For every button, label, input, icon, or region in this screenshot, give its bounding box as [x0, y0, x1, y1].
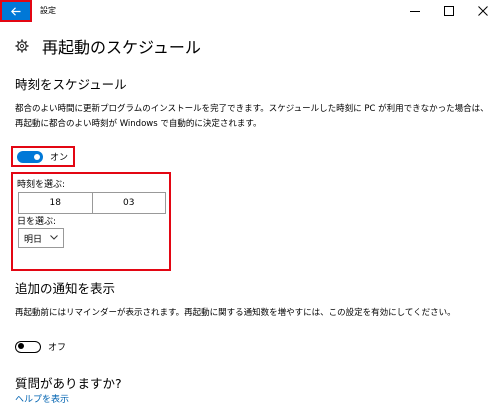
time-picker-label: 時刻を選ぶ:	[17, 180, 66, 190]
notifications-toggle[interactable]: オフ	[15, 340, 66, 353]
toggle-switch-on[interactable]	[17, 150, 43, 163]
minimize-icon	[410, 11, 420, 12]
notifications-section-title: 追加の通知を表示	[15, 281, 116, 296]
help-section-title: 質問がありますか?	[15, 376, 122, 391]
settings-content: 再起動のスケジュール 時刻をスケジュール 都合のよい時間に更新プログラムのインス…	[0, 22, 500, 405]
schedule-description: 都合のよい時間に更新プログラムのインストールを完了できます。スケジュールした時刻…	[15, 104, 489, 129]
close-icon	[478, 6, 488, 16]
chevron-down-icon	[50, 235, 58, 240]
back-arrow-icon	[11, 6, 21, 16]
day-picker-label: 日を選ぶ:	[17, 217, 57, 227]
app-title: 設定	[40, 6, 56, 15]
title-bar: 設定	[0, 0, 500, 22]
time-picker[interactable]: 18 03	[18, 192, 166, 214]
minimize-button[interactable]	[398, 0, 432, 22]
close-button[interactable]	[466, 0, 500, 22]
hour-field[interactable]: 18	[19, 193, 92, 213]
schedule-section-title: 時刻をスケジュール	[15, 77, 127, 92]
window-controls	[398, 0, 500, 22]
help-link[interactable]: ヘルプを表示	[15, 392, 69, 405]
gear-icon	[15, 39, 29, 53]
toggle-knob	[18, 343, 24, 349]
maximize-button[interactable]	[432, 0, 466, 22]
toggle-switch-off[interactable]	[15, 340, 41, 353]
back-button[interactable]	[0, 0, 32, 22]
settings-window: 設定 再起動のスケジュール 時刻をスケジュール 都合のよい時間に更新プログラムの…	[0, 0, 500, 405]
schedule-time-group: 時刻を選ぶ: 18 03 日を選ぶ: 明日	[11, 172, 171, 271]
maximize-icon	[444, 6, 454, 16]
toggle-label-off: オフ	[48, 343, 67, 353]
page-title: 再起動のスケジュール	[42, 38, 201, 57]
day-select-value: 明日	[24, 234, 43, 245]
toggle-label-on: オン	[50, 153, 69, 163]
notifications-description: 再起動前にはリマインダーが表示されます。再起動に関する通知数を増やすには、この設…	[15, 308, 456, 318]
minute-field[interactable]: 03	[91, 193, 166, 213]
toggle-knob	[34, 153, 40, 160]
day-select[interactable]: 明日	[18, 228, 64, 248]
schedule-toggle[interactable]: オン	[11, 146, 75, 167]
